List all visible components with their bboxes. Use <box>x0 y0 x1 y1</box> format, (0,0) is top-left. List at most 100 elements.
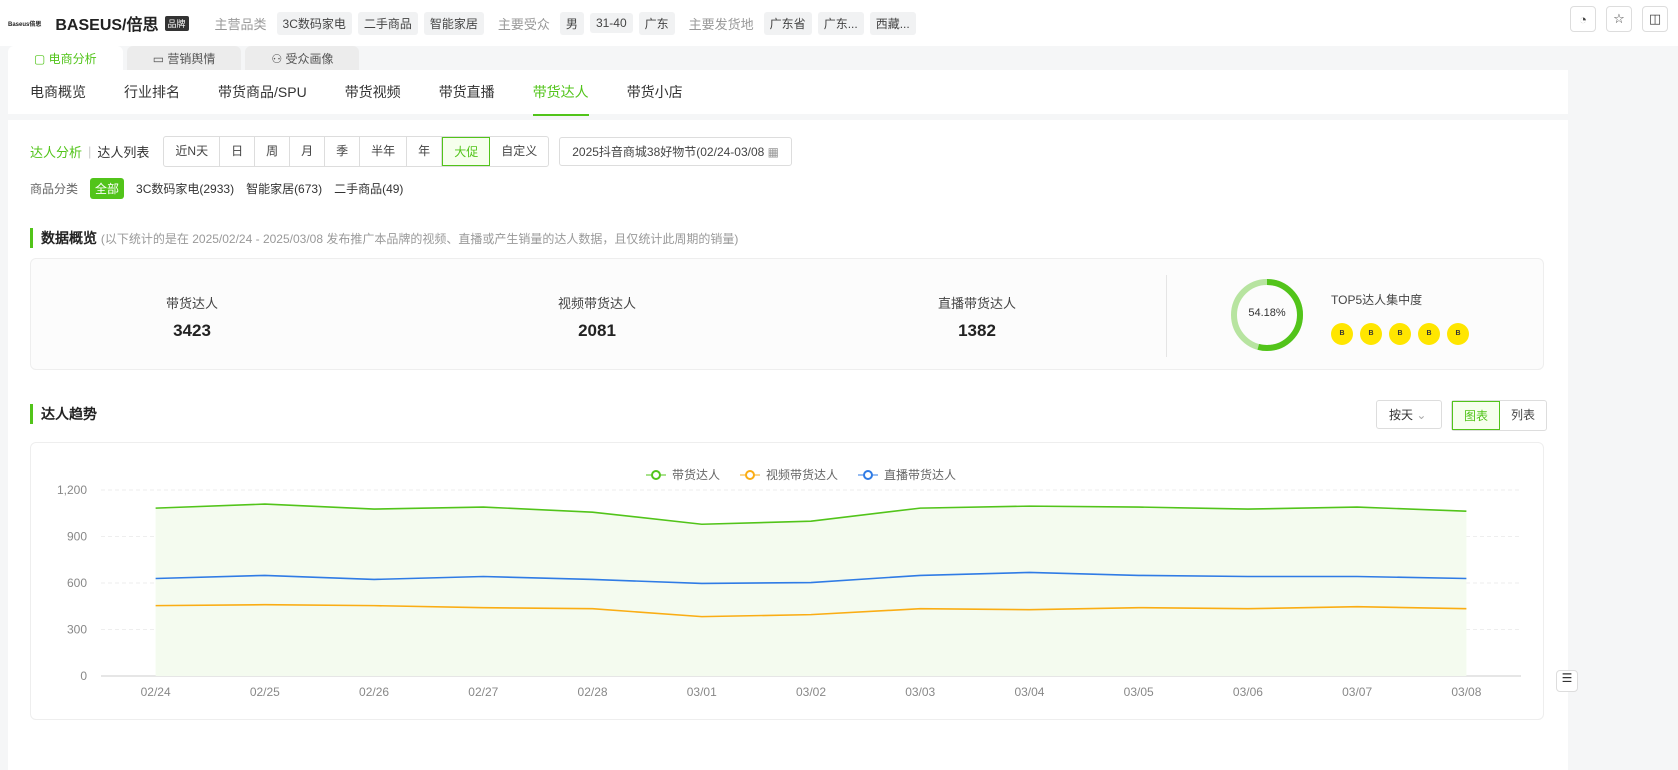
legend-label: 直播带货达人 <box>884 467 956 482</box>
period-option[interactable]: 周 <box>255 137 291 166</box>
granularity-value: 按天 <box>1389 408 1414 422</box>
stat-value: 1382 <box>958 321 996 340</box>
talent-analysis-link[interactable]: 达人分析 <box>30 142 82 161</box>
stat-label: 直播带货达人 <box>937 296 1016 311</box>
tab-audience[interactable]: ⚇ 受众画像 <box>245 46 360 70</box>
period-option-active[interactable]: 大促 <box>442 137 491 166</box>
brand-header: Baseus倍思 BASEUS/倍思 品牌 主营品类 3C数码家电 二手商品 智… <box>0 0 1678 46</box>
x-tick-label: 03/04 <box>1014 685 1044 699</box>
nav-tab-active[interactable]: 带货达人 <box>532 68 589 116</box>
tab-marketing[interactable]: ▭ 营销舆情 <box>126 46 242 70</box>
audience-label: 主要受众 <box>497 16 550 32</box>
legend-label: 带货达人 <box>672 467 720 482</box>
stat-talents: 带货达人 3423 <box>92 293 292 341</box>
category-all[interactable]: 全部 <box>90 178 125 199</box>
avatar[interactable]: B <box>1331 323 1353 345</box>
x-tick-label: 03/03 <box>905 685 935 699</box>
x-tick-label: 02/24 <box>141 685 171 699</box>
stat-value: 2081 <box>578 321 616 340</box>
granularity-select[interactable]: 按天 ⌄ <box>1376 400 1442 429</box>
category-label: 主营品类 <box>214 16 267 32</box>
x-tick-label: 02/28 <box>578 685 608 699</box>
view-chart-button[interactable]: 图表 <box>1452 401 1501 430</box>
category-chip: 智能家居 <box>423 11 484 35</box>
x-tick-label: 02/27 <box>468 685 498 699</box>
avatar[interactable]: B <box>1360 323 1382 345</box>
x-tick-label: 03/07 <box>1342 685 1372 699</box>
avatar[interactable]: B <box>1447 323 1469 345</box>
legend-marker <box>651 470 661 480</box>
main-panel: 电商概览 行业排名 带货商品/SPU 带货视频 带货直播 带货达人 带货小店 达… <box>8 70 1568 770</box>
audience-chip: 男 <box>559 11 584 35</box>
top5-avatars: BBBBB <box>1331 323 1476 345</box>
nav-tab[interactable]: 带货商品/SPU <box>218 68 307 116</box>
x-tick-label: 03/08 <box>1451 685 1481 699</box>
stat-label: 视频带货达人 <box>557 296 636 311</box>
legend-label: 视频带货达人 <box>766 467 838 482</box>
brand-badge: 品牌 <box>164 15 189 31</box>
nav-tab[interactable]: 带货直播 <box>439 68 495 116</box>
category-option[interactable]: 二手商品(49) <box>334 180 403 197</box>
chevron-down-icon: ⌄ <box>1416 408 1427 422</box>
y-tick-label: 1,200 <box>57 483 87 497</box>
overview-card: 带货达人 3423 视频带货达人 2081 直播带货达人 1382 54.18% TO… <box>30 258 1544 370</box>
brand-logo: Baseus倍思 <box>8 21 42 28</box>
tab-ecommerce[interactable]: ▢ 电商分析 <box>8 46 123 70</box>
period-selector: 近N天 日 周 月 季 半年 年 大促 自定义 <box>163 136 550 167</box>
category-option[interactable]: 3C数码家电(2933) <box>136 180 234 197</box>
legend-marker <box>863 470 873 480</box>
period-option[interactable]: 自定义 <box>490 137 548 166</box>
period-option[interactable]: 季 <box>325 137 361 166</box>
analytics-icon[interactable]: ◔ <box>1570 6 1596 32</box>
ship-chip: 广东省 <box>763 11 812 35</box>
area-fill <box>155 504 1467 676</box>
category-chip: 3C数码家电 <box>276 11 352 35</box>
top5-label: TOP5达人集中度 <box>1331 293 1423 307</box>
tab-label: 营销舆情 <box>167 52 216 66</box>
category-chip: 二手商品 <box>357 11 418 35</box>
star-icon[interactable]: ☆ <box>1606 6 1632 32</box>
float-menu-icon[interactable]: ☰ <box>1556 670 1578 692</box>
period-option[interactable]: 月 <box>290 137 326 166</box>
date-picker[interactable]: 2025抖音商城38好物节(02/24-03/08 ▦ <box>559 137 793 166</box>
y-tick-label: 0 <box>80 669 87 683</box>
y-tick-label: 600 <box>67 576 87 590</box>
tab-label: 电商分析 <box>48 52 97 66</box>
overview-note: (以下统计的是在 2025/02/24 - 2025/03/08 发布推广本品牌… <box>100 232 739 246</box>
top5-value: 54.18% <box>1248 307 1286 319</box>
sidebar-toggle-icon[interactable]: ◫ <box>1642 6 1668 32</box>
nav-tab[interactable]: 带货小店 <box>627 68 683 116</box>
x-tick-label: 03/05 <box>1124 685 1154 699</box>
ship-chip: 西藏... <box>869 11 916 35</box>
period-option[interactable]: 年 <box>407 137 443 166</box>
date-value: 2025抖音商城38好物节(02/24-03/08 <box>572 145 765 159</box>
view-list-button[interactable]: 列表 <box>1500 401 1546 430</box>
overview-title: 数据概览 (以下统计的是在 2025/02/24 - 2025/03/08 发布… <box>30 228 738 248</box>
stat-live-talents: 直播带货达人 1382 <box>877 293 1077 341</box>
nav-tab[interactable]: 行业排名 <box>124 68 180 116</box>
period-option[interactable]: 半年 <box>360 137 408 166</box>
trend-chart: 0 300 600 900 1,200 02/24 02/25 02/26 02/27 02/28… <box>30 442 1544 720</box>
x-tick-label: 02/25 <box>250 685 280 699</box>
avatar[interactable]: B <box>1418 323 1440 345</box>
ship-label: 主要发货地 <box>688 16 754 32</box>
y-tick-label: 300 <box>67 623 87 637</box>
stat-video-talents: 视频带货达人 2081 <box>497 293 697 341</box>
calendar-icon: ▦ <box>767 145 780 159</box>
audience-chip: 广东 <box>638 11 675 35</box>
category-option[interactable]: 智能家居(673) <box>246 180 322 197</box>
ship-chip: 广东... <box>817 11 864 35</box>
trend-title: 达人趋势 <box>30 404 97 424</box>
nav-tab[interactable]: 带货视频 <box>345 68 401 116</box>
period-option[interactable]: 近N天 <box>164 137 221 166</box>
trend-title-text: 达人趋势 <box>41 406 97 422</box>
audience-chip: 31-40 <box>589 13 633 33</box>
talent-list-link[interactable]: 达人列表 <box>97 142 149 161</box>
stat-label: 带货达人 <box>165 296 218 311</box>
avatar[interactable]: B <box>1389 323 1411 345</box>
brand-name: BASEUS/倍思 <box>55 17 159 34</box>
period-option[interactable]: 日 <box>220 137 256 166</box>
nav-tab[interactable]: 电商概览 <box>30 68 86 116</box>
x-tick-label: 02/26 <box>359 685 389 699</box>
trend-chart-svg: 0 300 600 900 1,200 02/24 02/25 02/26 02/27 02/28… <box>57 467 1521 699</box>
